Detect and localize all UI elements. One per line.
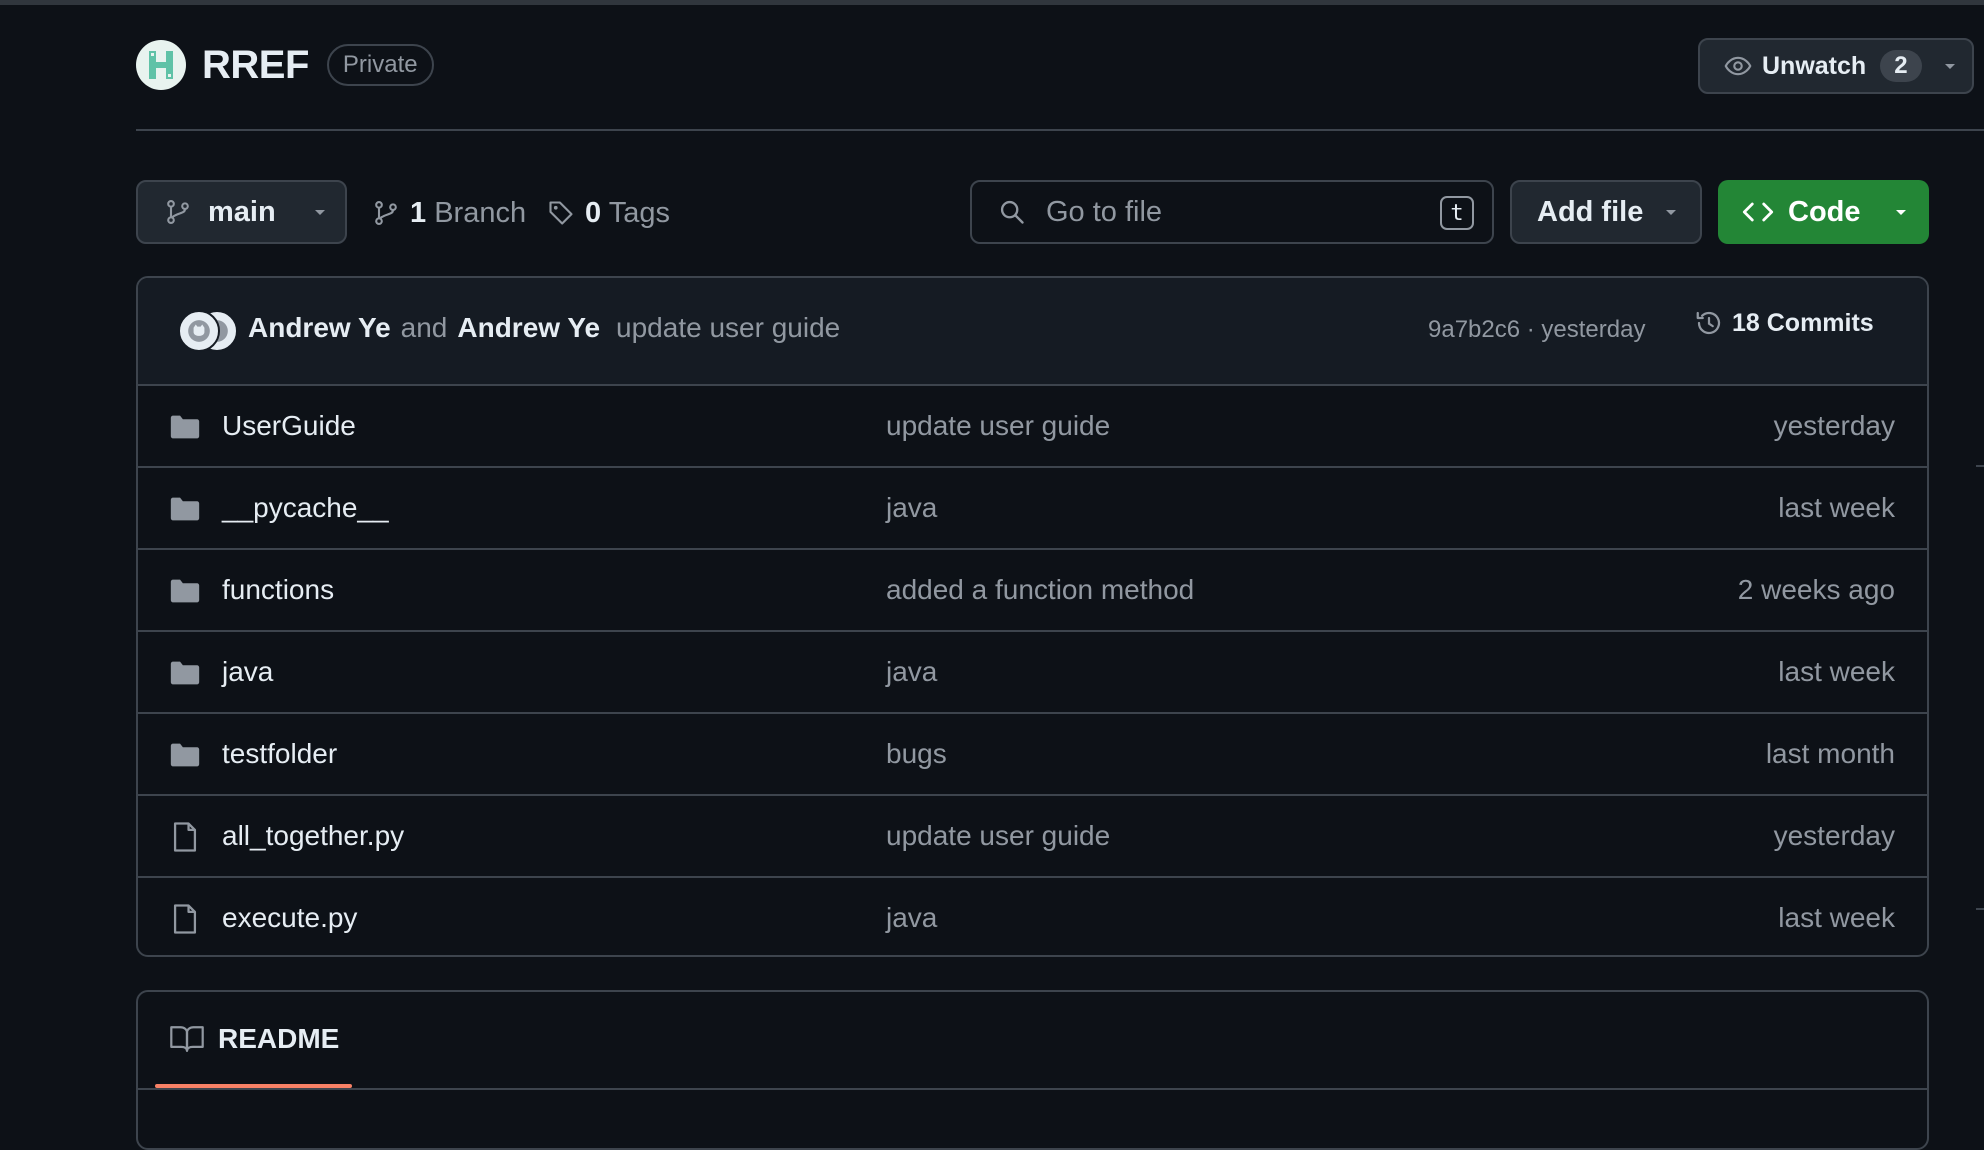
readme-divider — [138, 1088, 1927, 1090]
code-label: Code — [1788, 195, 1861, 228]
repo-header: RREF Private — [136, 40, 434, 90]
file-name-link[interactable]: UserGuide — [222, 410, 356, 442]
search-icon — [1000, 200, 1024, 224]
tag-label: Tags — [608, 196, 670, 229]
folder-icon — [168, 656, 202, 690]
file-commit-time: last week — [1778, 656, 1895, 687]
chevron-down-icon — [1895, 210, 1906, 215]
watchers-count: 2 — [1880, 50, 1922, 82]
commit-author[interactable]: Andrew Ye — [248, 312, 391, 344]
file-commit-message[interactable]: added a function method — [886, 574, 1194, 606]
latest-commit-bar: Andrew Ye and Andrew Ye update user guid… — [138, 278, 1927, 386]
commit-avatars — [178, 310, 240, 352]
folder-icon — [168, 492, 202, 526]
chevron-down-icon — [1666, 210, 1677, 215]
search-input[interactable] — [1044, 194, 1418, 230]
add-file-button[interactable]: Add file — [1510, 180, 1702, 244]
history-icon — [1696, 311, 1721, 335]
chevron-down-icon — [314, 210, 325, 215]
file-name-link[interactable]: functions — [222, 574, 334, 606]
visibility-badge: Private — [326, 44, 434, 86]
commit-hash-time[interactable]: 9a7b2c6 · yesterday — [1428, 316, 1645, 344]
file-commit-time: last week — [1778, 492, 1895, 523]
file-icon — [168, 820, 202, 854]
file-row[interactable]: execute.py java last week — [138, 878, 1927, 955]
go-to-file-search[interactable]: t — [970, 180, 1494, 244]
git-branch-icon — [167, 199, 189, 225]
keyboard-shortcut-hint: t — [1440, 196, 1474, 230]
file-commit-message[interactable]: java — [886, 492, 937, 524]
readme-panel: README — [136, 990, 1929, 1150]
folder-icon — [168, 738, 202, 772]
code-icon — [1742, 202, 1774, 222]
file-row[interactable]: java java last week — [138, 632, 1927, 714]
add-file-label: Add file — [1537, 195, 1644, 228]
file-commit-message[interactable]: update user guide — [886, 410, 1110, 442]
branch-selector[interactable]: main — [136, 180, 347, 244]
commits-link[interactable]: 18 Commits — [1694, 308, 1874, 338]
branch-name: main — [208, 195, 276, 228]
tag-count: 0 — [585, 196, 602, 229]
file-name-link[interactable]: execute.py — [222, 902, 357, 934]
chevron-down-icon — [1944, 64, 1955, 69]
file-icon — [168, 902, 202, 936]
commit-message[interactable]: update user guide — [616, 312, 840, 344]
folder-icon — [168, 410, 202, 444]
repo-owner-avatar[interactable] — [136, 40, 186, 90]
file-commit-message[interactable]: update user guide — [886, 820, 1110, 852]
file-row[interactable]: __pycache__ java last week — [138, 468, 1927, 550]
file-commit-time: yesterday — [1773, 820, 1895, 851]
sidebar-divider — [1976, 465, 1984, 467]
owner-logo-icon — [149, 51, 173, 79]
github-icon — [188, 320, 210, 342]
tags-link[interactable]: 0 Tags — [547, 188, 670, 238]
file-row[interactable]: testfolder bugs last month — [138, 714, 1927, 796]
eye-icon — [1724, 56, 1752, 76]
file-name-link[interactable]: java — [222, 656, 273, 688]
tag-icon — [549, 201, 573, 225]
file-commit-message[interactable]: java — [886, 902, 937, 934]
file-name-link[interactable]: testfolder — [222, 738, 337, 770]
header-divider — [136, 129, 1984, 131]
file-table: Andrew Ye and Andrew Ye update user guid… — [136, 276, 1929, 957]
unwatch-button[interactable]: Unwatch 2 — [1698, 38, 1974, 94]
file-commit-time: last month — [1765, 738, 1895, 769]
file-commit-message[interactable]: bugs — [886, 738, 947, 770]
book-icon — [170, 1026, 204, 1052]
branch-label: Branch — [434, 196, 527, 229]
file-name-link[interactable]: __pycache__ — [222, 492, 389, 524]
readme-tab[interactable]: README — [156, 992, 339, 1086]
code-button[interactable]: Code — [1718, 180, 1929, 244]
file-commit-time: last week — [1778, 902, 1895, 933]
avatar[interactable] — [178, 310, 220, 352]
file-name-link[interactable]: all_together.py — [222, 820, 404, 852]
commit-coauthor[interactable]: Andrew Ye — [457, 312, 600, 344]
file-commit-time: 2 weeks ago — [1737, 574, 1895, 605]
folder-icon — [168, 574, 202, 608]
commits-label: 18 Commits — [1732, 308, 1874, 337]
file-commit-time: yesterday — [1773, 410, 1895, 441]
git-branch-icon — [375, 200, 397, 226]
unwatch-label: Unwatch — [1762, 51, 1867, 80]
readme-tab-label: README — [218, 1023, 340, 1054]
file-row[interactable]: all_together.py update user guide yesterda… — [138, 796, 1927, 878]
sidebar-divider — [1976, 908, 1984, 910]
branch-count: 1 — [410, 196, 427, 229]
repo-name[interactable]: RREF — [202, 43, 309, 88]
file-commit-message[interactable]: java — [886, 656, 937, 688]
branches-link[interactable]: 1 Branch — [372, 188, 526, 238]
commit-conjunction: and — [400, 312, 448, 343]
file-row[interactable]: UserGuide update user guide yesterday — [138, 386, 1927, 468]
file-row[interactable]: functions added a function method 2 weeks … — [138, 550, 1927, 632]
top-border — [0, 0, 1984, 5]
commit-summary: Andrew Ye and Andrew Ye update user guid… — [248, 312, 840, 344]
